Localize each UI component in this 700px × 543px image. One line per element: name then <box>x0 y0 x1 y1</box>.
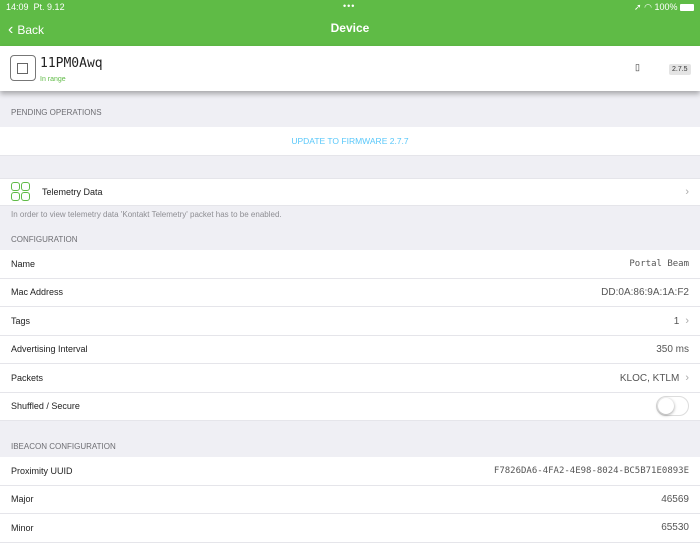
config-row-mac: Mac Address DD:0A:86:9A:1A:F2 <box>0 278 700 307</box>
chevron-right-icon: › <box>685 371 689 384</box>
row-value: F7826DA6-4FA2-4E98-8024-BC5B71E0893E <box>493 465 689 476</box>
status-time: 14:09 <box>6 2 29 12</box>
device-header: 11PM0Awq In range ▯ 2.7.5 <box>0 46 700 91</box>
device-name: 11PM0Awq <box>40 56 103 71</box>
row-value: KLOC, KTLM <box>619 372 680 384</box>
chevron-right-icon: › <box>685 314 689 327</box>
app-header: 14:09 Pt. 9.12 ➚ ◠ 100% ••• ‹ Back Device <box>0 0 700 46</box>
section-header-pending: PENDING OPERATIONS <box>11 108 102 117</box>
row-label: Tags <box>11 315 31 326</box>
location-icon: ➚ <box>634 2 642 12</box>
row-label: Major <box>11 494 34 505</box>
row-value: Portal Beam <box>629 258 689 269</box>
ibeacon-row-minor[interactable]: Minor 65530 <box>0 514 700 543</box>
page-title: Device <box>330 21 370 35</box>
config-row-shuffled: Shuffled / Secure <box>0 392 700 421</box>
device-state: In range <box>40 76 66 83</box>
row-label: Advertising Interval <box>11 344 88 355</box>
telemetry-data-row[interactable]: Telemetry Data › <box>0 177 700 206</box>
row-value: 1 <box>673 315 680 327</box>
telemetry-icon <box>11 182 30 202</box>
row-label: Packets <box>11 372 44 383</box>
telemetry-label: Telemetry Data <box>42 186 103 197</box>
ibeacon-row-uuid[interactable]: Proximity UUID F7826DA6-4FA2-4E98-8024-BC… <box>0 457 700 486</box>
chevron-right-icon: › <box>685 185 689 198</box>
row-value: 46569 <box>661 493 689 505</box>
wifi-icon: ◠ <box>644 2 652 12</box>
row-value: 65530 <box>661 522 689 534</box>
row-label: Mac Address <box>11 287 64 298</box>
section-header-ibeacon: IBEACON CONFIGURATION <box>11 442 116 451</box>
config-row-packets[interactable]: Packets KLOC, KTLM › <box>0 364 700 393</box>
status-date: Pt. 9.12 <box>33 2 65 12</box>
shuffled-secure-toggle[interactable] <box>656 396 689 417</box>
row-value: DD:0A:86:9A:1A:F2 <box>601 286 689 298</box>
row-value: 350 ms <box>656 343 689 355</box>
multitasking-dots-icon[interactable]: ••• <box>343 1 355 11</box>
config-row-name[interactable]: Name Portal Beam <box>0 250 700 279</box>
ibeacon-row-major[interactable]: Major 46569 <box>0 485 700 514</box>
battery-full-icon <box>680 4 694 12</box>
row-label: Shuffled / Secure <box>11 401 80 412</box>
row-label: Name <box>11 258 36 269</box>
update-firmware-button[interactable]: UPDATE TO FIRMWARE 2.7.7 <box>0 127 700 156</box>
section-header-configuration: CONFIGURATION <box>11 235 78 244</box>
config-row-tags[interactable]: Tags 1 › <box>0 307 700 336</box>
row-label: Proximity UUID <box>11 465 73 476</box>
battery-icon: ▯ <box>635 62 640 72</box>
row-label: Minor <box>11 522 34 533</box>
beacon-icon <box>10 55 36 81</box>
firmware-badge: 2.7.5 <box>669 64 691 75</box>
telemetry-note: In order to view telemetry data 'Kontakt… <box>11 210 282 219</box>
battery-percent: 100% <box>654 2 678 12</box>
config-row-interval[interactable]: Advertising Interval 350 ms <box>0 335 700 364</box>
